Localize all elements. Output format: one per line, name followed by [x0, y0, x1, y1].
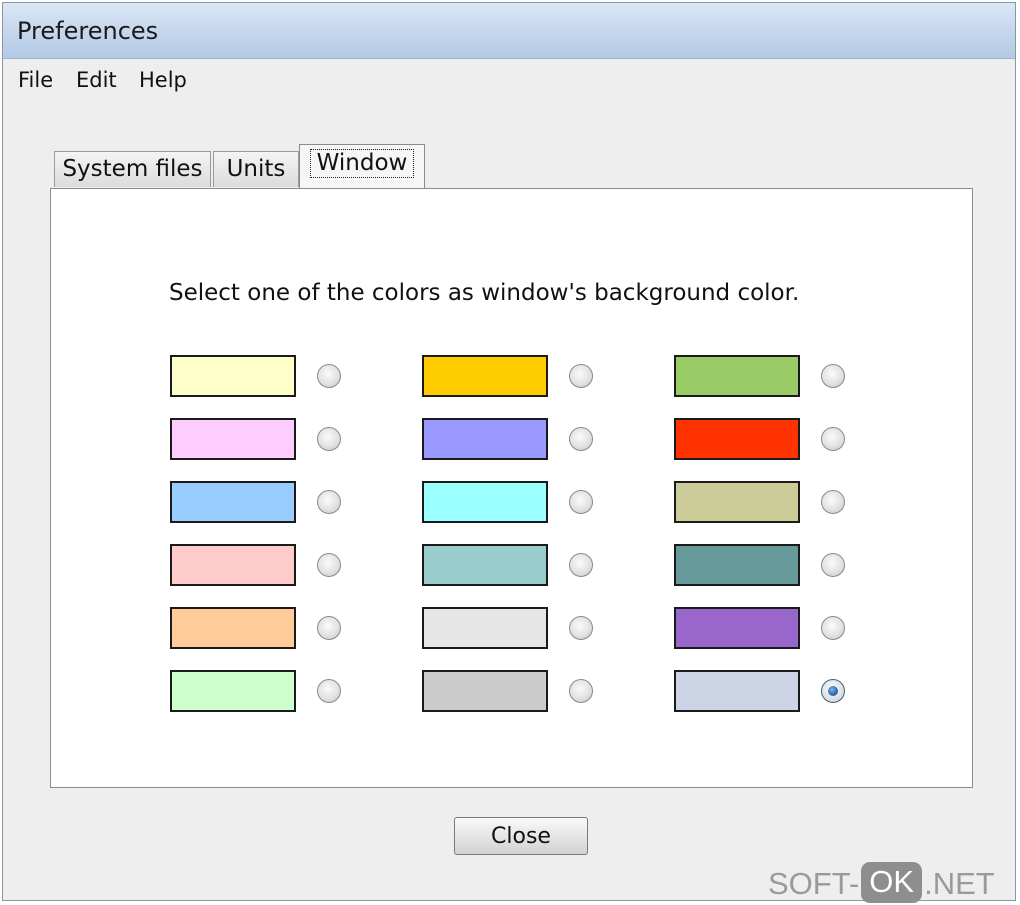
color-swatch	[170, 481, 296, 523]
color-radio-button[interactable]	[821, 427, 845, 451]
color-swatch	[422, 481, 548, 523]
color-radio-button[interactable]	[317, 616, 341, 640]
color-swatch	[674, 670, 800, 712]
color-swatch	[674, 418, 800, 460]
menu-bar: File Edit Help	[3, 59, 1015, 103]
color-swatch	[674, 607, 800, 649]
color-radio-button[interactable]	[569, 679, 593, 703]
color-swatch	[674, 355, 800, 397]
tab-label: Units	[226, 156, 286, 182]
color-radio-button[interactable]	[317, 364, 341, 388]
color-radio-button[interactable]	[569, 616, 593, 640]
color-swatch	[422, 670, 548, 712]
window-title: Preferences	[17, 17, 159, 45]
title-bar[interactable]: Preferences	[3, 3, 1015, 59]
color-radio-button[interactable]	[317, 553, 341, 577]
menu-file[interactable]: File	[18, 68, 53, 92]
color-radio-button[interactable]	[569, 490, 593, 514]
color-swatch	[170, 418, 296, 460]
close-button[interactable]: Close	[454, 817, 588, 855]
color-radio-button[interactable]	[317, 427, 341, 451]
instruction-text: Select one of the colors as window's bac…	[169, 280, 800, 306]
color-swatch	[170, 355, 296, 397]
color-swatch	[674, 544, 800, 586]
color-radio-button[interactable]	[821, 616, 845, 640]
color-radio-button[interactable]	[317, 679, 341, 703]
color-radio-button[interactable]	[317, 490, 341, 514]
tab-system-files[interactable]: System files	[54, 151, 211, 187]
preferences-window: Preferences File Edit Help System files …	[2, 2, 1016, 901]
tab-units[interactable]: Units	[213, 151, 299, 187]
color-radio-button[interactable]	[821, 679, 845, 703]
tab-label: System files	[62, 156, 203, 182]
color-swatch	[170, 670, 296, 712]
watermark-suffix: .NET	[924, 866, 995, 901]
color-swatch	[422, 544, 548, 586]
watermark-prefix: SOFT-	[768, 866, 860, 901]
color-swatch	[422, 355, 548, 397]
color-swatch	[674, 481, 800, 523]
color-radio-button[interactable]	[821, 364, 845, 388]
color-radio-button[interactable]	[821, 490, 845, 514]
color-radio-button[interactable]	[821, 553, 845, 577]
menu-edit[interactable]: Edit	[76, 68, 117, 92]
color-radio-button[interactable]	[569, 364, 593, 388]
color-swatch	[422, 607, 548, 649]
color-radio-button[interactable]	[569, 553, 593, 577]
menu-help[interactable]: Help	[139, 68, 187, 92]
color-swatch	[170, 607, 296, 649]
tab-window[interactable]: Window	[299, 144, 425, 188]
watermark-badge: OK	[861, 862, 923, 903]
color-swatch	[170, 544, 296, 586]
watermark: SOFT- OK .NET	[768, 858, 995, 903]
color-radio-button[interactable]	[569, 427, 593, 451]
color-swatch	[422, 418, 548, 460]
tab-label: Window	[309, 149, 415, 178]
window-tab-panel: Select one of the colors as window's bac…	[50, 188, 973, 788]
